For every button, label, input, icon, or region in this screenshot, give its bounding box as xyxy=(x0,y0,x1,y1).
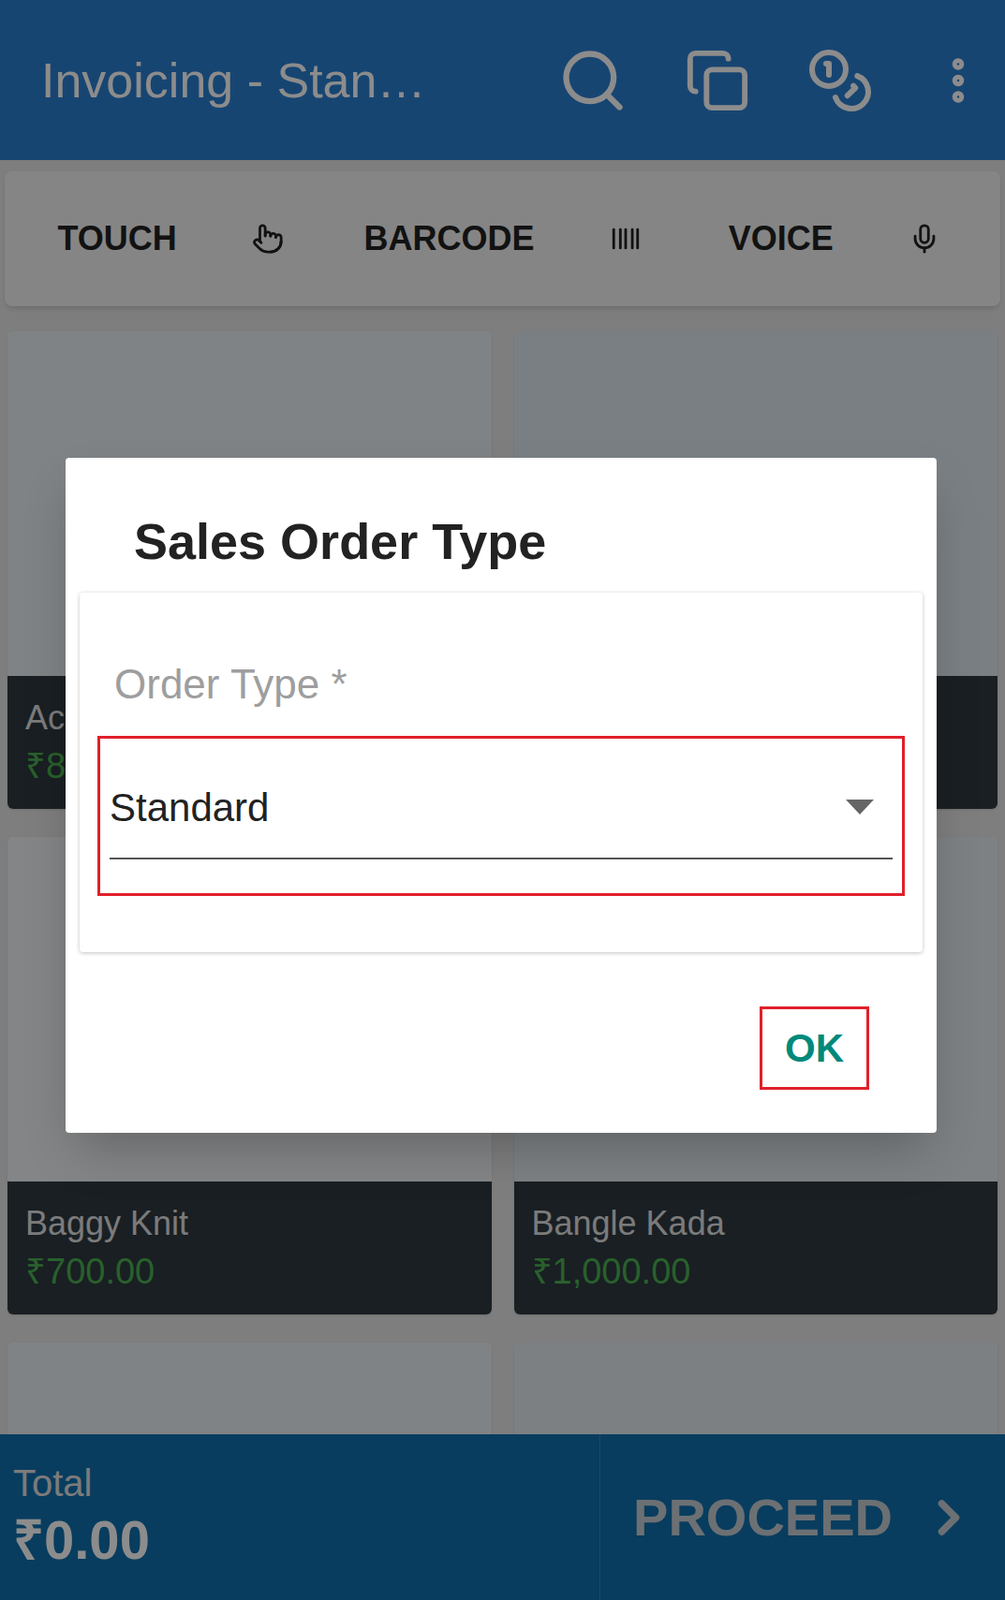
sales-order-dialog: Sales Order Type Order Type * Standard OK xyxy=(65,458,937,1134)
dialog-form-card: Order Type * Standard xyxy=(79,592,923,953)
order-type-label: Order Type * xyxy=(79,658,923,710)
order-type-select[interactable]: Standard xyxy=(97,736,905,897)
dialog-title: Sales Order Type xyxy=(65,458,937,575)
app-screen: Invoicing - Stan…TOUCHBARCODEVOICEAcr₹8B… xyxy=(0,0,1005,1600)
ok-button[interactable]: OK xyxy=(759,1006,870,1091)
dropdown-arrow-icon xyxy=(845,799,874,815)
